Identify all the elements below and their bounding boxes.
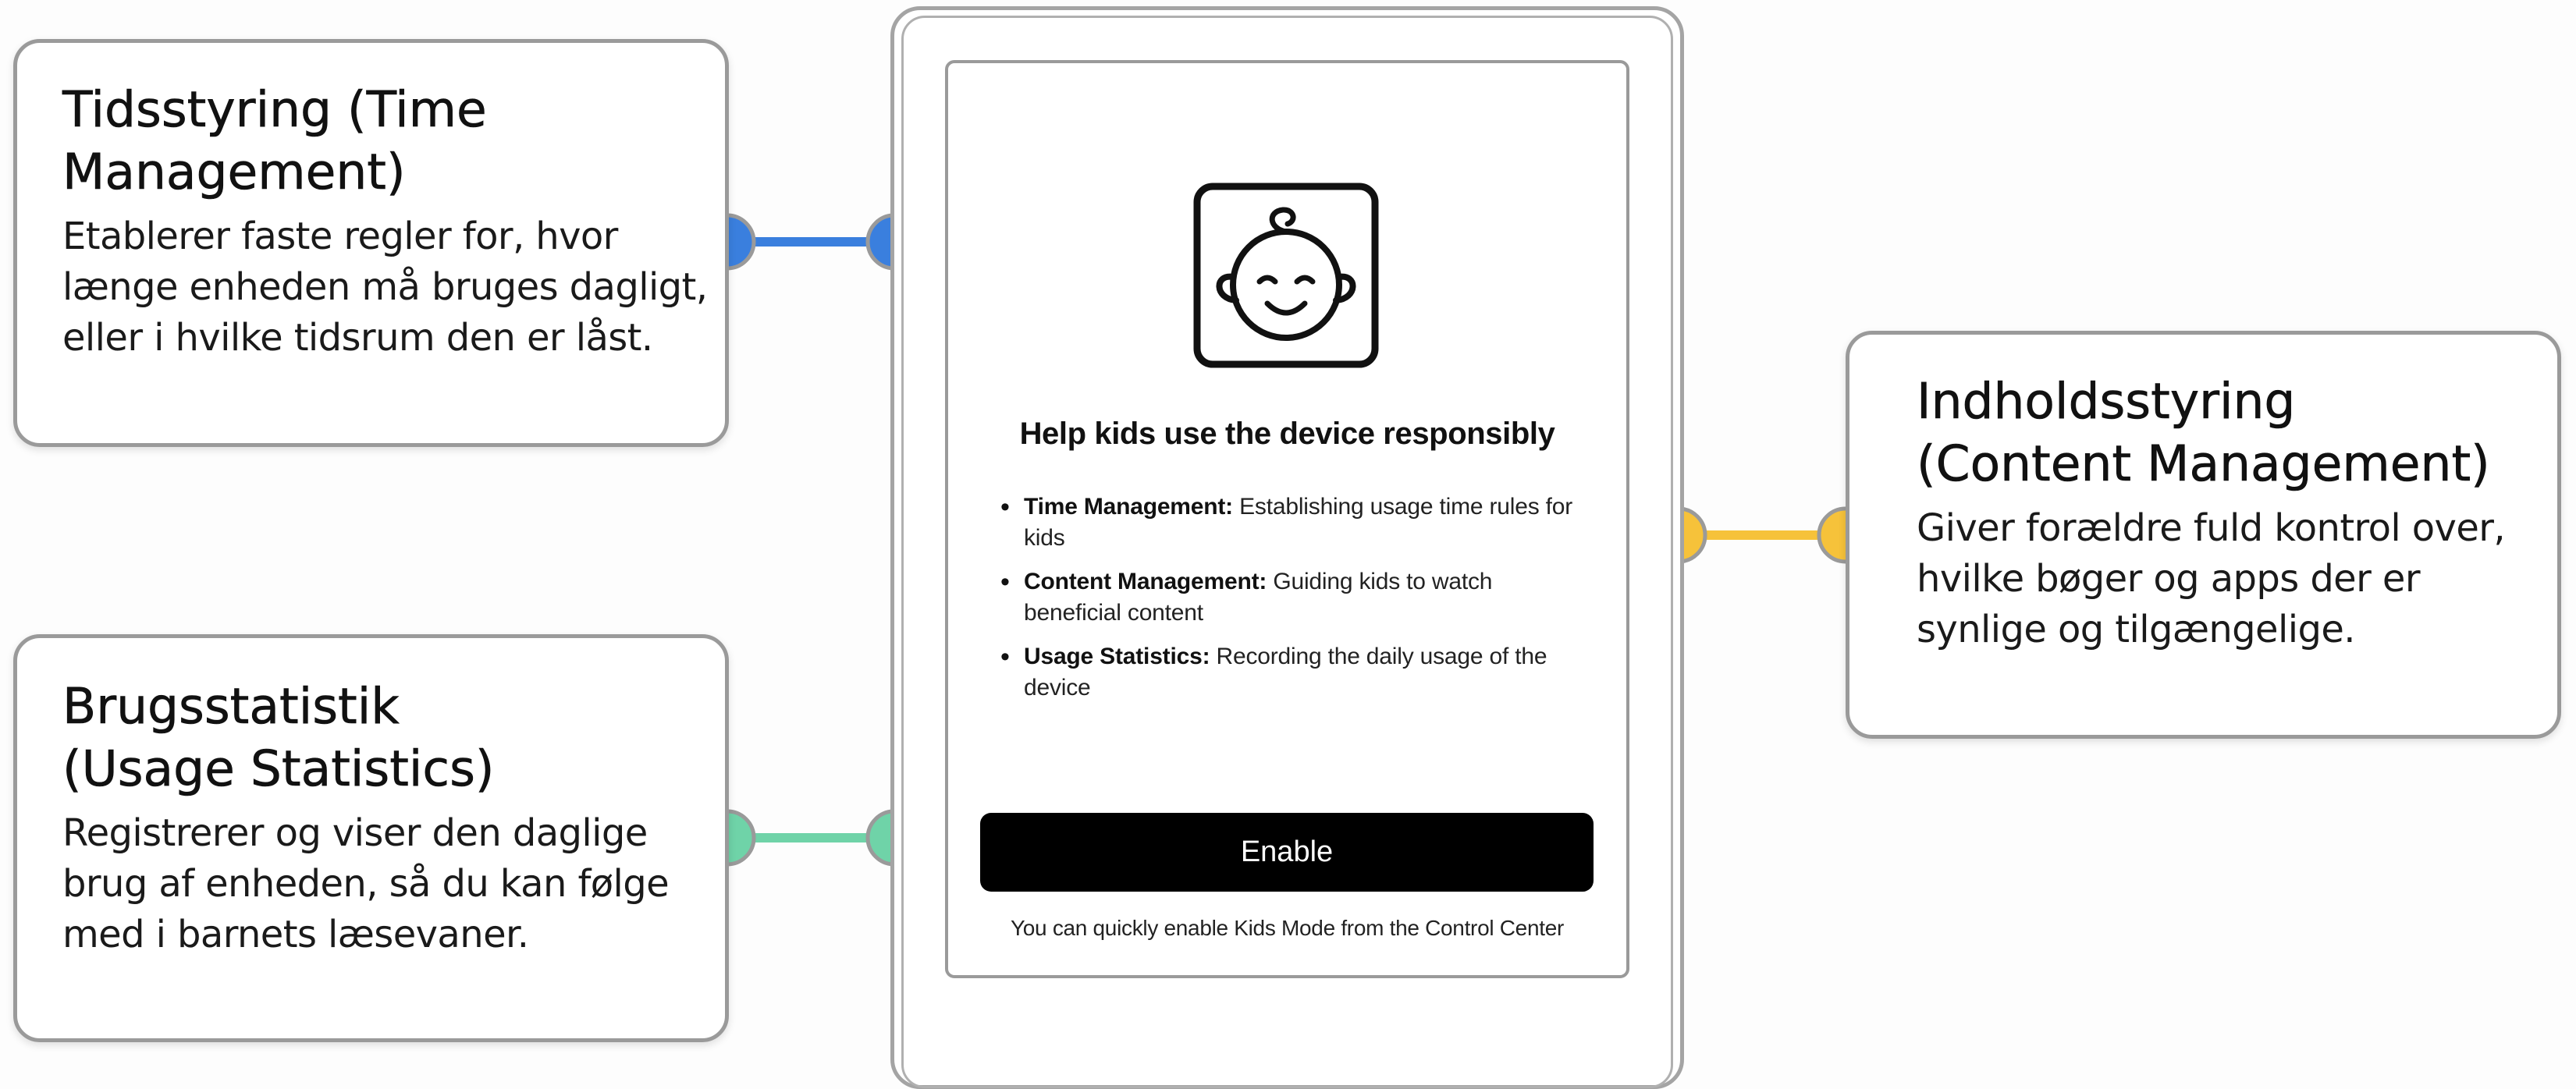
usage-connector	[698, 809, 923, 867]
content-management-callout: Indholdsstyring (Content Management) Giv…	[1846, 331, 2561, 739]
time-connector	[698, 213, 923, 271]
usage-statistics-callout: Brugsstatistik (Usage Statistics) Regist…	[13, 634, 729, 1042]
feature-label: Usage Statistics:	[1024, 644, 1210, 669]
content-management-description: Giver forældre fuld kontrol over, hvilke…	[1917, 506, 2506, 651]
feature-label: Content Management:	[1024, 569, 1267, 594]
baby-face-icon	[1193, 183, 1379, 368]
usage-statistics-title: Brugsstatistik (Usage Statistics)	[62, 678, 495, 798]
control-center-hint: You can quickly enable Kids Mode from th…	[1010, 916, 1564, 940]
time-management-title: Tidsstyring (Time Management)	[62, 81, 487, 201]
feature-list: Time Management: Establishing usage time…	[999, 491, 1592, 716]
usage-statistics-description: Registrerer og viser den daglige brug af…	[62, 811, 670, 956]
feature-label: Time Management:	[1024, 494, 1233, 520]
content-management-title: Indholdsstyring (Content Management)	[1917, 373, 2490, 493]
content-connector	[1650, 506, 1874, 564]
enable-button[interactable]: Enable	[980, 813, 1594, 892]
time-management-callout: Tidsstyring (Time Management) Etablerer …	[13, 39, 729, 447]
list-item: Time Management: Establishing usage time…	[999, 491, 1592, 554]
kids-mode-heading: Help kids use the device responsibly	[1019, 417, 1555, 451]
list-item: Usage Statistics: Recording the daily us…	[999, 641, 1592, 704]
time-management-description: Etablerer faste regler for, hvor længe e…	[62, 215, 708, 360]
list-item: Content Management: Guiding kids to watc…	[999, 566, 1592, 629]
